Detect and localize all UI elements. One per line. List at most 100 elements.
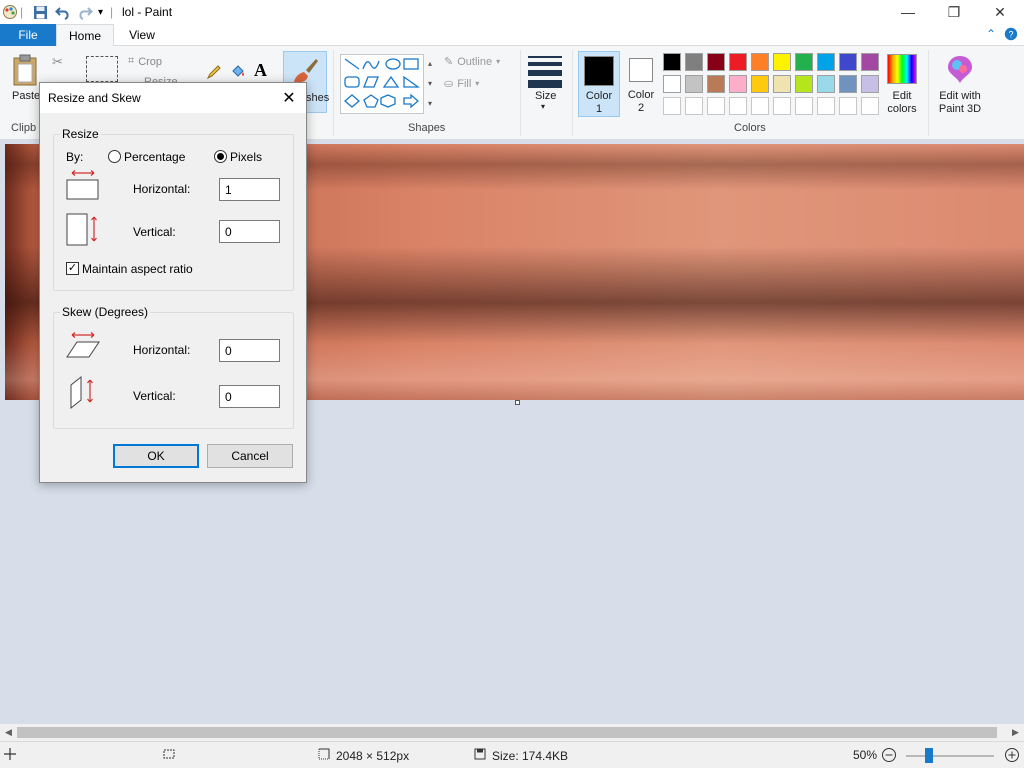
separator-icon: | — [110, 5, 114, 19]
save-icon[interactable] — [33, 4, 48, 20]
palette-swatch[interactable] — [817, 75, 835, 93]
custom-color-slot[interactable] — [839, 97, 857, 115]
zoom-out-icon[interactable] — [881, 747, 897, 763]
palette-swatch[interactable] — [685, 53, 703, 71]
custom-color-slot[interactable] — [817, 97, 835, 115]
horizontal-scrollbar[interactable]: ◀ ▶ — [0, 724, 1024, 741]
pixels-label[interactable]: Pixels — [230, 150, 262, 164]
redo-icon[interactable] — [77, 4, 93, 20]
crop-label[interactable]: Crop — [138, 56, 162, 68]
custom-color-slot[interactable] — [685, 97, 703, 115]
pencil-icon[interactable] — [206, 64, 222, 83]
paint3d-icon[interactable] — [946, 54, 974, 87]
size-label[interactable]: Size — [535, 90, 556, 102]
tab-view[interactable]: View — [114, 24, 170, 46]
paste-icon[interactable] — [12, 54, 38, 89]
palette-swatch[interactable] — [729, 53, 747, 71]
percentage-label[interactable]: Percentage — [124, 150, 185, 164]
palette-swatch[interactable] — [795, 75, 813, 93]
resize-vertical-input[interactable] — [219, 220, 280, 243]
size-dropdown-icon[interactable]: ▾ — [541, 102, 545, 111]
palette-swatch[interactable] — [773, 53, 791, 71]
scroll-right-icon[interactable]: ▶ — [1007, 726, 1024, 739]
custom-color-slot[interactable] — [751, 97, 769, 115]
skew-horizontal-icon — [66, 331, 100, 362]
dropdown-arrow-icon: ▾ — [475, 79, 480, 88]
palette-swatch[interactable] — [707, 53, 725, 71]
custom-color-slot[interactable] — [861, 97, 879, 115]
crop-icon: ⌗ — [128, 55, 135, 67]
skew-horizontal-input[interactable] — [219, 339, 280, 362]
zoom-in-icon[interactable] — [1004, 747, 1020, 763]
palette-swatch[interactable] — [839, 53, 857, 71]
shapes-gallery[interactable] — [340, 54, 424, 114]
customize-quick-access-icon[interactable]: ▾ — [98, 4, 103, 20]
close-button[interactable]: ✕ — [977, 0, 1023, 24]
palette-swatch[interactable] — [751, 75, 769, 93]
color1-button[interactable]: Color 1 — [578, 51, 620, 117]
resize-skew-dialog: Resize and Skew ✕ Resize By: Percentage … — [39, 82, 307, 483]
dialog-close-icon[interactable]: ✕ — [278, 87, 300, 109]
help-icon[interactable]: ? — [1004, 27, 1018, 44]
fill-label[interactable]: Fill — [457, 78, 471, 90]
scroll-thumb[interactable] — [17, 727, 997, 738]
color1-label: Color 1 — [585, 90, 613, 115]
percentage-radio[interactable] — [108, 150, 121, 163]
palette-swatch[interactable] — [707, 75, 725, 93]
palette-swatch[interactable] — [839, 75, 857, 93]
cut-icon[interactable]: ✂ — [52, 54, 63, 70]
scroll-left-icon[interactable]: ◀ — [0, 726, 17, 739]
tab-file[interactable]: File — [0, 24, 56, 46]
clipboard-group-label: Clipb — [11, 122, 37, 134]
shapes-scroll-icon[interactable]: ▴ ▾ ▾ — [425, 54, 435, 114]
color2-button[interactable]: Color 2 — [622, 51, 660, 117]
separator-icon: | — [20, 5, 24, 19]
palette-swatch[interactable] — [663, 75, 681, 93]
palette-swatch[interactable] — [773, 75, 791, 93]
collapse-ribbon-icon[interactable]: ⌃ — [986, 27, 996, 44]
custom-color-slot[interactable] — [795, 97, 813, 115]
skew-horizontal-label: Horizontal: — [133, 343, 191, 357]
resize-horizontal-input[interactable] — [219, 178, 280, 201]
edit-colors-icon[interactable] — [887, 54, 917, 84]
ribbon-tabs: File Home View ⌃ ? — [0, 24, 1024, 47]
undo-icon[interactable] — [55, 4, 71, 20]
maintain-aspect-checkbox[interactable]: ✓ — [66, 262, 79, 275]
custom-color-slot[interactable] — [663, 97, 681, 115]
cancel-button[interactable]: Cancel — [207, 444, 293, 468]
paint-app-icon — [2, 4, 18, 20]
palette-swatch[interactable] — [729, 75, 747, 93]
resize-vertical-label: Vertical: — [133, 225, 176, 239]
palette-swatch[interactable] — [663, 53, 681, 71]
minimize-button[interactable]: — — [885, 0, 931, 24]
custom-color-slot[interactable] — [773, 97, 791, 115]
paste-label[interactable]: Paste — [12, 90, 40, 102]
color2-swatch — [629, 58, 653, 82]
outline-label[interactable]: Outline — [457, 56, 492, 68]
paint3d-label[interactable]: Edit with Paint 3D — [934, 90, 986, 116]
fill-bucket-icon[interactable] — [230, 63, 246, 82]
resize-horizontal-icon — [66, 169, 100, 204]
palette-swatch[interactable] — [817, 53, 835, 71]
maximize-button[interactable]: ❐ — [931, 0, 977, 24]
size-icon[interactable] — [528, 56, 562, 88]
canvas-resize-handle-bottom[interactable] — [515, 400, 520, 405]
skew-vertical-input[interactable] — [219, 385, 280, 408]
zoom-slider-track[interactable] — [906, 755, 994, 757]
dialog-title: Resize and Skew — [48, 91, 141, 105]
text-tool-icon[interactable]: A — [254, 60, 267, 81]
palette-swatch[interactable] — [751, 53, 769, 71]
maintain-aspect-label[interactable]: Maintain aspect ratio — [82, 262, 193, 276]
ok-button[interactable]: OK — [113, 444, 199, 468]
edit-colors-label[interactable]: Edit colors — [884, 90, 920, 116]
select-icon[interactable] — [86, 56, 118, 82]
palette-swatch[interactable] — [795, 53, 813, 71]
custom-color-slot[interactable] — [707, 97, 725, 115]
zoom-slider-thumb[interactable] — [925, 748, 933, 763]
pixels-radio[interactable] — [214, 150, 227, 163]
custom-color-slot[interactable] — [729, 97, 747, 115]
tab-home[interactable]: Home — [56, 24, 114, 47]
palette-swatch[interactable] — [861, 53, 879, 71]
palette-swatch[interactable] — [685, 75, 703, 93]
palette-swatch[interactable] — [861, 75, 879, 93]
